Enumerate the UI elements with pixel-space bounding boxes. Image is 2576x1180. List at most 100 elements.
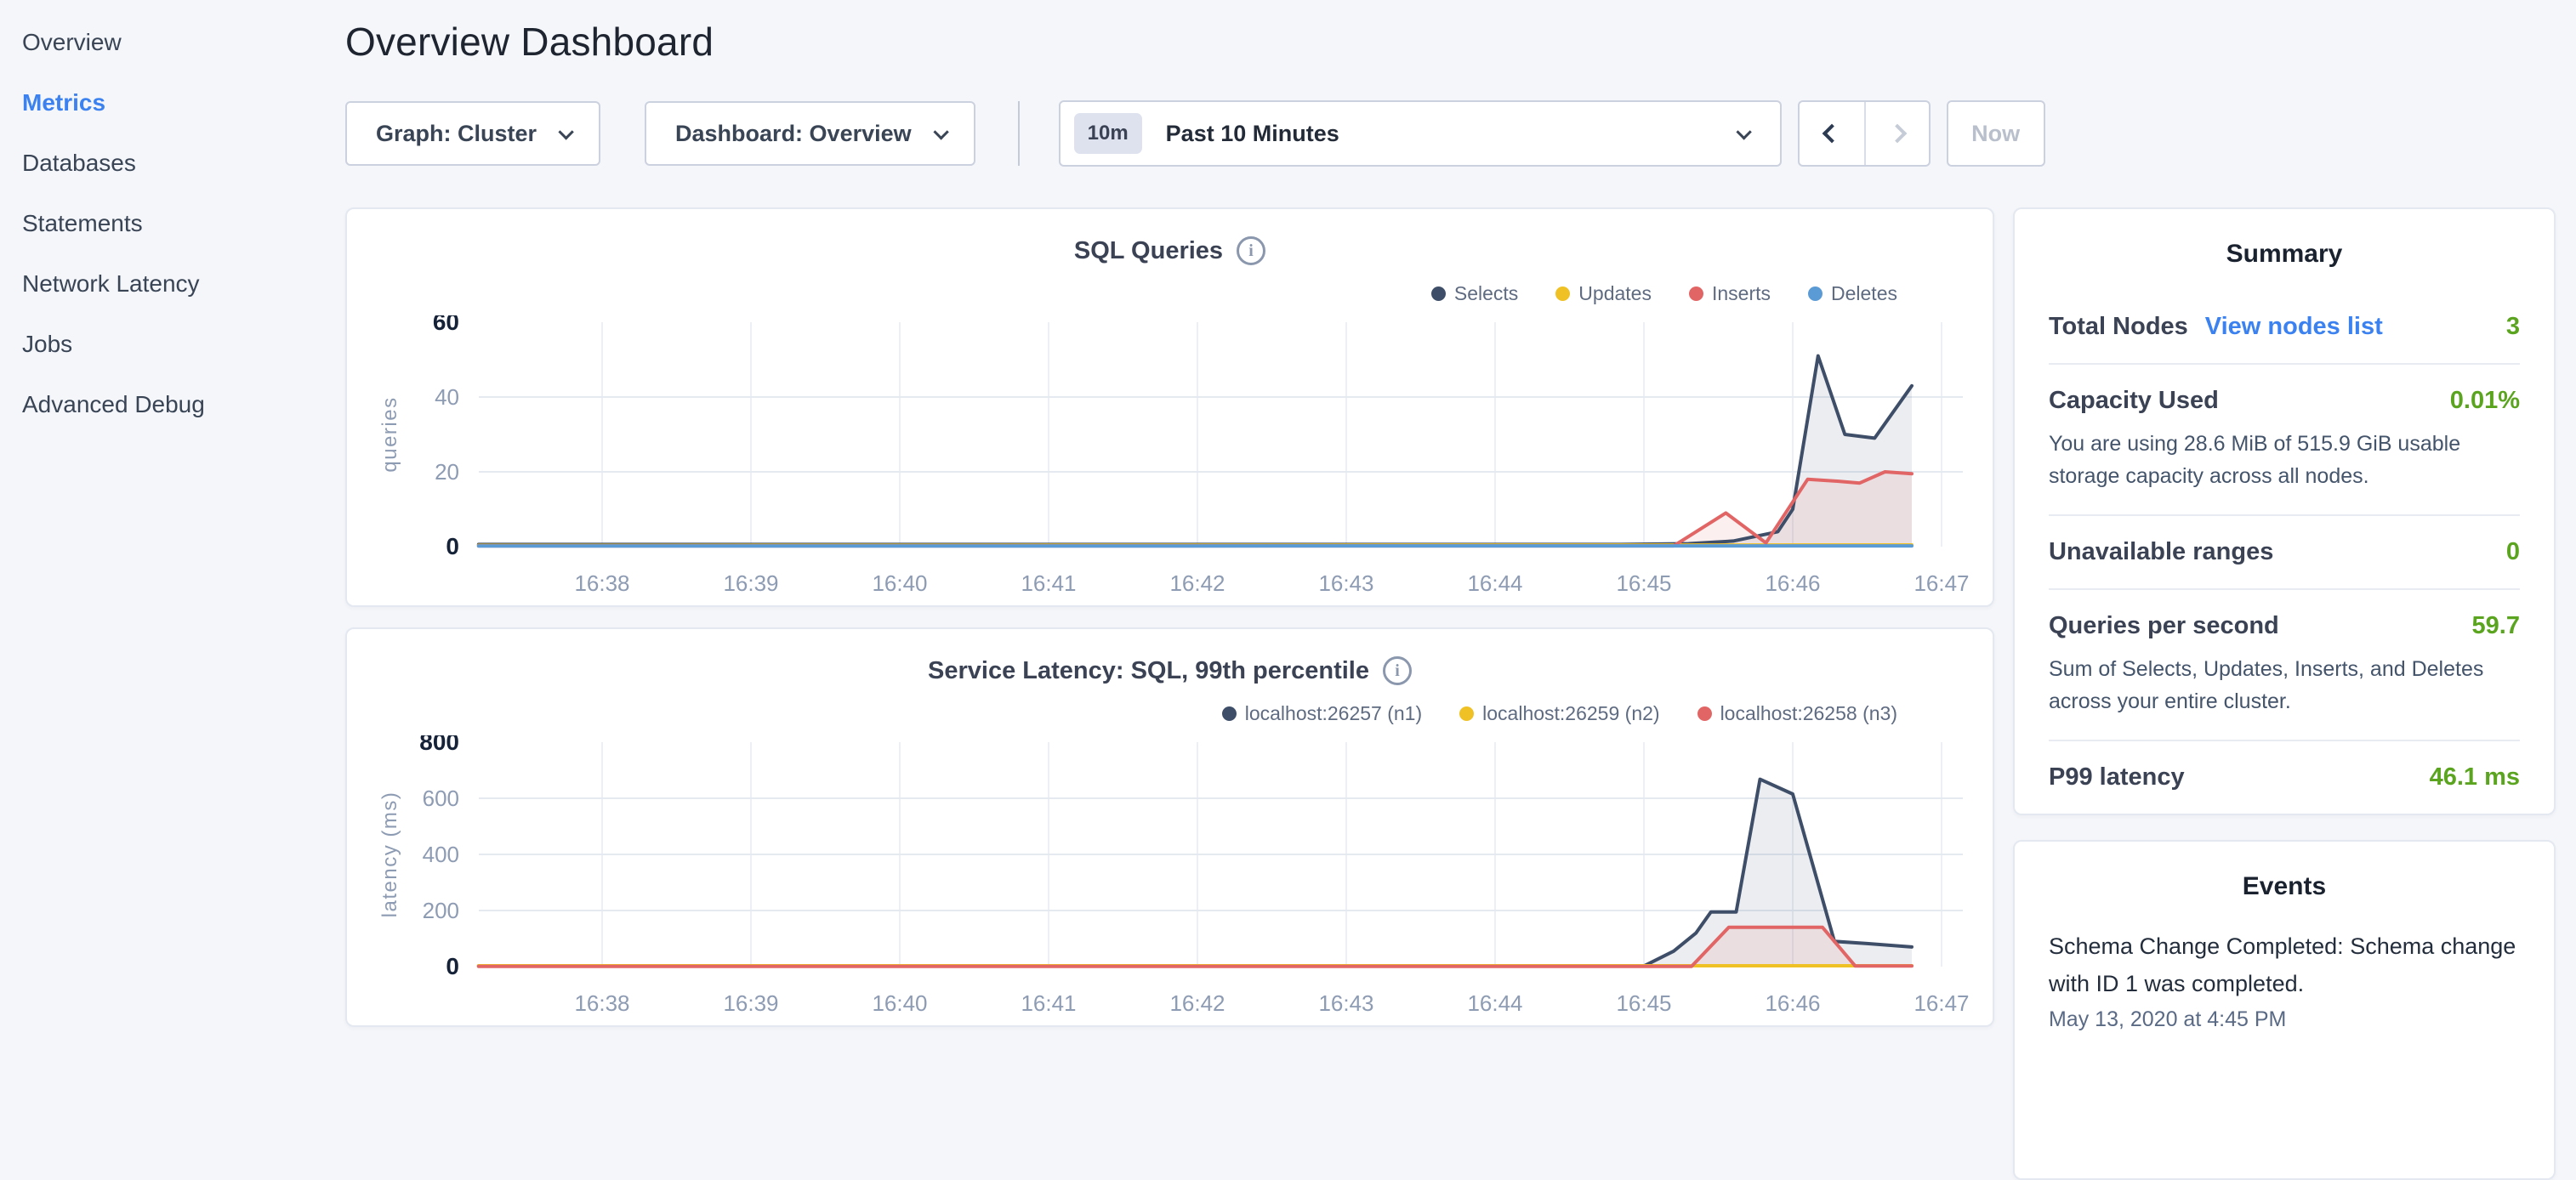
events-title: Events [2049,842,2520,901]
p99-latency-label: P99 latency [2049,763,2185,791]
svg-text:400: 400 [423,842,459,867]
sql-queries-chart-card: SQL Queries i Selects Updates Inserts Delet… [345,207,1994,607]
legend-dot-icon [1689,286,1703,301]
svg-text:16:42: 16:42 [1169,990,1225,1016]
legend-label: Inserts [1712,282,1771,305]
total-nodes-label: Total Nodes [2049,313,2188,341]
time-step-buttons [1798,100,1931,167]
sidebar-item-jobs[interactable]: Jobs [0,314,340,374]
chevron-down-icon [558,124,573,139]
chart-title: Service Latency: SQL, 99th percentile [928,657,1369,685]
svg-text:20: 20 [435,459,459,485]
summary-row-total-nodes: Total Nodes View nodes list 3 [2049,291,2520,365]
time-range-badge: 10m [1074,113,1142,154]
queries-per-second-value: 59.7 [2472,612,2520,640]
summary-row-queries-per-second: Queries per second 59.7 Sum of Selects, … [2049,590,2520,741]
sidebar: Overview Metrics Databases Statements Ne… [0,0,340,1051]
sidebar-item-advanced-debug[interactable]: Advanced Debug [0,374,340,434]
event-item-date: May 13, 2020 at 4:45 PM [2049,1007,2520,1032]
svg-text:16:40: 16:40 [872,990,927,1016]
svg-text:16:40: 16:40 [872,570,927,596]
svg-text:0: 0 [446,533,459,559]
legend-dot-icon [1555,286,1570,301]
sql-queries-chart[interactable]: 16:3816:3916:4016:4116:4216:4316:4416:45… [364,315,1984,603]
chart-legend: localhost:26257 (n1) localhost:26259 (n2)… [1185,702,1897,725]
svg-text:60: 60 [433,315,459,335]
time-back-button[interactable] [1800,102,1864,165]
legend-dot-icon [1222,706,1237,721]
unavailable-ranges-label: Unavailable ranges [2049,538,2273,566]
content-row: SQL Queries i Selects Updates Inserts Delet… [345,207,2556,1180]
legend-item[interactable]: Updates [1555,282,1652,305]
legend-label: localhost:26257 (n1) [1245,702,1422,725]
main-content: Overview Dashboard Graph: Cluster Dashbo… [340,0,2576,1180]
capacity-used-description: You are using 28.6 MiB of 515.9 GiB usab… [2049,428,2520,492]
svg-text:16:44: 16:44 [1467,990,1522,1016]
legend-item[interactable]: Inserts [1689,282,1771,305]
legend-item[interactable]: localhost:26259 (n2) [1459,702,1659,725]
svg-text:16:42: 16:42 [1169,570,1225,596]
page-title: Overview Dashboard [345,19,2556,65]
charts-column: SQL Queries i Selects Updates Inserts Delet… [345,207,1994,1180]
now-button[interactable]: Now [1947,100,2045,167]
svg-text:16:39: 16:39 [723,570,778,596]
legend-label: Updates [1578,282,1652,305]
legend-item[interactable]: localhost:26258 (n3) [1697,702,1897,725]
summary-row-unavailable-ranges: Unavailable ranges 0 [2049,516,2520,590]
sidebar-item-network-latency[interactable]: Network Latency [0,253,340,314]
summary-row-p99-latency: P99 latency 46.1 ms [2049,741,2520,814]
info-icon[interactable]: i [1237,236,1265,265]
legend-label: localhost:26258 (n3) [1720,702,1897,725]
legend-item[interactable]: Deletes [1808,282,1897,305]
sidebar-item-databases[interactable]: Databases [0,133,340,193]
unavailable-ranges-value: 0 [2506,538,2520,566]
queries-per-second-description: Sum of Selects, Updates, Inserts, and De… [2049,654,2520,718]
sidebar-item-statements[interactable]: Statements [0,193,340,253]
legend-label: Deletes [1831,282,1897,305]
chart-legend: Selects Updates Inserts Deletes [1394,282,1897,305]
view-nodes-list-link[interactable]: View nodes list [2205,313,2383,341]
svg-text:200: 200 [423,898,459,923]
capacity-used-label: Capacity Used [2049,387,2219,415]
legend-dot-icon [1697,706,1712,721]
legend-label: Selects [1454,282,1518,305]
toolbar: Graph: Cluster Dashboard: Overview 10m P… [345,100,2556,167]
graph-scope-dropdown[interactable]: Graph: Cluster [345,101,600,166]
chevron-left-icon [1822,124,1841,144]
chevron-down-icon [1736,124,1751,139]
legend-dot-icon [1808,286,1823,301]
p99-latency-value: 46.1 ms [2430,763,2520,791]
legend-item[interactable]: Selects [1431,282,1518,305]
service-latency-chart[interactable]: 16:3816:3916:4016:4116:4216:4316:4416:45… [364,735,1984,1023]
dashboard-dropdown[interactable]: Dashboard: Overview [645,101,975,166]
dashboard-label: Dashboard: Overview [675,121,912,147]
svg-text:latency (ms): latency (ms) [378,791,401,918]
svg-text:16:45: 16:45 [1616,570,1671,596]
svg-text:16:46: 16:46 [1765,570,1820,596]
svg-text:16:43: 16:43 [1318,990,1373,1016]
legend-dot-icon [1431,286,1446,301]
svg-text:16:47: 16:47 [1914,570,1969,596]
summary-panel: Summary Total Nodes View nodes list 3 Ca… [2013,207,2556,815]
legend-item[interactable]: localhost:26257 (n1) [1222,702,1422,725]
toolbar-divider [1018,101,1020,166]
sidebar-item-overview[interactable]: Overview [0,12,340,72]
side-column: Summary Total Nodes View nodes list 3 Ca… [2013,207,2556,1180]
sidebar-item-metrics[interactable]: Metrics [0,72,340,133]
svg-text:16:41: 16:41 [1021,990,1076,1016]
svg-text:queries: queries [378,396,401,472]
capacity-used-value: 0.01% [2450,387,2520,415]
chart-title: SQL Queries [1074,237,1223,265]
event-item-text[interactable]: Schema Change Completed: Schema change w… [2049,928,2520,1002]
summary-title: Summary [2049,209,2520,269]
svg-text:16:45: 16:45 [1616,990,1671,1016]
info-icon[interactable]: i [1383,656,1412,685]
time-forward-button[interactable] [1864,102,1929,165]
service-latency-chart-card: Service Latency: SQL, 99th percentile i … [345,627,1994,1027]
svg-text:800: 800 [419,735,459,755]
graph-scope-label: Graph: Cluster [376,121,537,147]
time-range-dropdown[interactable]: 10m Past 10 Minutes [1059,100,1782,167]
svg-text:16:43: 16:43 [1318,570,1373,596]
svg-text:16:38: 16:38 [574,990,629,1016]
svg-text:16:46: 16:46 [1765,990,1820,1016]
